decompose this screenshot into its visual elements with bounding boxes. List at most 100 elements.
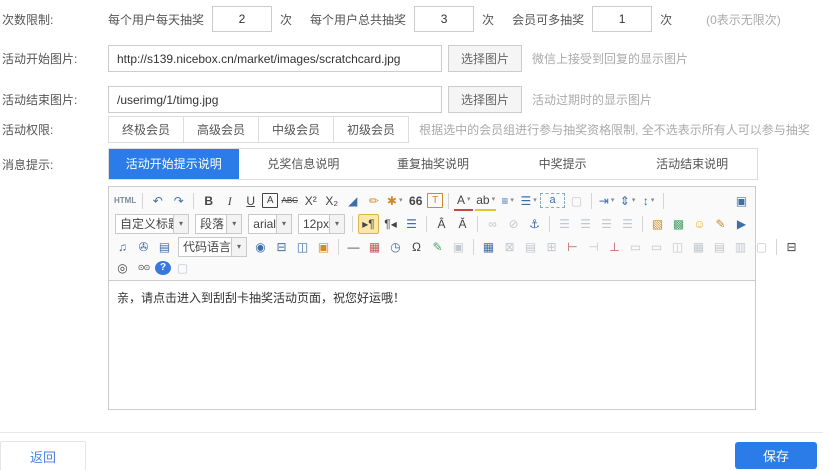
insert-frame-icon[interactable]: ▤	[155, 238, 174, 256]
pagebreak-icon[interactable]: ⊟	[272, 238, 291, 256]
horizontal-rule-icon[interactable]: —	[344, 238, 363, 256]
anchor-box-icon[interactable]: a	[540, 193, 565, 208]
font-family-select[interactable]: arial▾	[248, 214, 292, 234]
merge-down-icon[interactable]: ◫	[668, 238, 687, 256]
chevron-down-icon[interactable]: ▾	[226, 215, 241, 233]
blockquote-icon[interactable]: 66	[406, 192, 425, 210]
align-justify-icon[interactable]: ☰	[618, 215, 637, 233]
paste-text-icon[interactable]: T	[427, 193, 443, 208]
word-image-icon[interactable]: ▣	[314, 238, 333, 256]
member-group-button[interactable]: 终极会员	[108, 116, 184, 143]
undo-icon[interactable]: ↶	[148, 192, 167, 210]
insert-col-icon[interactable]: ⊢	[563, 238, 582, 256]
preview-icon[interactable]: ◎	[113, 259, 132, 277]
split-cells-icon[interactable]: ▦	[689, 238, 708, 256]
unlink-icon[interactable]: ⊘	[504, 215, 523, 233]
indent-icon[interactable]: ⇥▾	[597, 192, 616, 210]
font-size-down-icon[interactable]: Ǎ	[453, 215, 472, 233]
help-icon[interactable]: ?	[155, 261, 171, 275]
italic-icon[interactable]: I	[220, 192, 239, 210]
align-center-icon[interactable]: ☰	[576, 215, 595, 233]
chevron-down-icon[interactable]: ▾	[329, 215, 344, 233]
auto-typeset-icon[interactable]: ✱▾	[385, 192, 404, 210]
end-image-input[interactable]	[108, 86, 442, 113]
line-height-icon[interactable]: ↕▾	[639, 192, 658, 210]
insert-row-icon[interactable]: ⊞	[542, 238, 561, 256]
emotion-icon[interactable]: ☺	[690, 215, 709, 233]
merge-cells-icon[interactable]: ▭	[626, 238, 645, 256]
time-icon[interactable]: ◷	[386, 238, 405, 256]
redo-icon[interactable]: ↷	[169, 192, 188, 210]
scrawl-icon[interactable]: ✎	[711, 215, 730, 233]
paragraph-spacing-icon[interactable]: ⇕▾	[618, 192, 637, 210]
map-icon[interactable]: ◉	[251, 238, 270, 256]
message-tab[interactable]: 兑奖信息说明	[239, 149, 369, 179]
member-group-button[interactable]: 高级会员	[183, 116, 259, 143]
limit-input[interactable]	[212, 6, 272, 32]
limit-input[interactable]	[414, 6, 474, 32]
superscript-icon[interactable]: X²	[301, 192, 320, 210]
merge-right-icon[interactable]: ▭	[647, 238, 666, 256]
paragraph-format-icon[interactable]: ☰	[402, 215, 421, 233]
table-doc-icon[interactable]: ▢	[752, 238, 771, 256]
find-replace-icon[interactable]: ⊙⊙	[134, 259, 153, 277]
delete-row-icon[interactable]: ⊣	[584, 238, 603, 256]
print-icon[interactable]: ⊟	[782, 238, 801, 256]
music-icon[interactable]: ♫	[113, 238, 132, 256]
ltr-paragraph-icon[interactable]: ▸¶	[358, 214, 379, 234]
font-size-select[interactable]: 12px▾	[298, 214, 345, 234]
editor-content[interactable]: 亲，请点击进入到刮刮卡抽奖活动页面，祝您好运哦！	[109, 281, 755, 409]
member-group-button[interactable]: 初级会员	[333, 116, 409, 143]
limit-input[interactable]	[592, 6, 652, 32]
start-image-pick-button[interactable]: 选择图片	[448, 45, 522, 72]
save-button[interactable]: 保存	[735, 442, 817, 469]
unordered-list-icon[interactable]: ☰▾	[519, 192, 538, 210]
start-image-input[interactable]	[108, 45, 442, 72]
message-tab[interactable]: 活动结束说明	[627, 149, 757, 179]
blank-doc-icon[interactable]: ▢	[567, 192, 586, 210]
columns-icon[interactable]: ◫	[293, 238, 312, 256]
image-icon[interactable]: ▧	[648, 215, 667, 233]
code-language-select[interactable]: 代码语言▾	[178, 237, 247, 257]
font-size-up-icon[interactable]: Â	[432, 215, 451, 233]
anchor-icon[interactable]: ⚓	[525, 215, 544, 233]
html-source-button[interactable]: HTML	[113, 192, 137, 210]
insert-table-icon[interactable]: ▦	[479, 238, 498, 256]
end-image-pick-button[interactable]: 选择图片	[448, 86, 522, 113]
paragraph-select[interactable]: 段落▾	[195, 214, 242, 234]
message-tab[interactable]: 中奖提示	[498, 149, 628, 179]
custom-title-select[interactable]: 自定义标题▾	[115, 214, 189, 234]
link-icon[interactable]: ∞	[483, 215, 502, 233]
bold-icon[interactable]: B	[199, 192, 218, 210]
split-cols-icon[interactable]: ▥	[731, 238, 750, 256]
subscript-icon[interactable]: X₂	[322, 192, 341, 210]
special-chars-icon[interactable]: Ω	[407, 238, 426, 256]
format-brush-icon[interactable]: ✏	[364, 192, 383, 210]
table-title-icon[interactable]: ▤	[521, 238, 540, 256]
rtl-paragraph-icon[interactable]: ¶◂	[381, 215, 400, 233]
delete-col-icon[interactable]: ⊥	[605, 238, 624, 256]
align-right-icon[interactable]: ☰	[597, 215, 616, 233]
paste-icon[interactable]: ▢	[173, 259, 192, 277]
font-border-icon[interactable]: A	[262, 193, 278, 208]
snapshot-icon[interactable]: ▣	[449, 238, 468, 256]
back-button[interactable]: 返回	[0, 441, 86, 470]
strikethrough-icon[interactable]: ABC	[280, 192, 299, 210]
font-color-icon[interactable]: A▾	[454, 191, 473, 211]
underline-icon[interactable]: U	[241, 192, 260, 210]
insert-image-icon[interactable]: ▩	[669, 215, 688, 233]
ordered-list-icon[interactable]: ≡▾	[498, 192, 517, 210]
date-icon[interactable]: ▦	[365, 238, 384, 256]
video-icon[interactable]: ▶	[732, 215, 751, 233]
bg-color-icon[interactable]: ab▾	[475, 191, 496, 211]
member-group-button[interactable]: 中级会员	[258, 116, 334, 143]
edit-app-icon[interactable]: ✎	[428, 238, 447, 256]
message-tab[interactable]: 活动开始提示说明	[109, 149, 239, 179]
chevron-down-icon[interactable]: ▾	[173, 215, 188, 233]
chevron-down-icon[interactable]: ▾	[231, 238, 246, 256]
split-rows-icon[interactable]: ▤	[710, 238, 729, 256]
chevron-down-icon[interactable]: ▾	[276, 215, 291, 233]
message-tab[interactable]: 重复抽奖说明	[368, 149, 498, 179]
eraser-icon[interactable]: ◢	[343, 192, 362, 210]
align-left-icon[interactable]: ☰	[555, 215, 574, 233]
